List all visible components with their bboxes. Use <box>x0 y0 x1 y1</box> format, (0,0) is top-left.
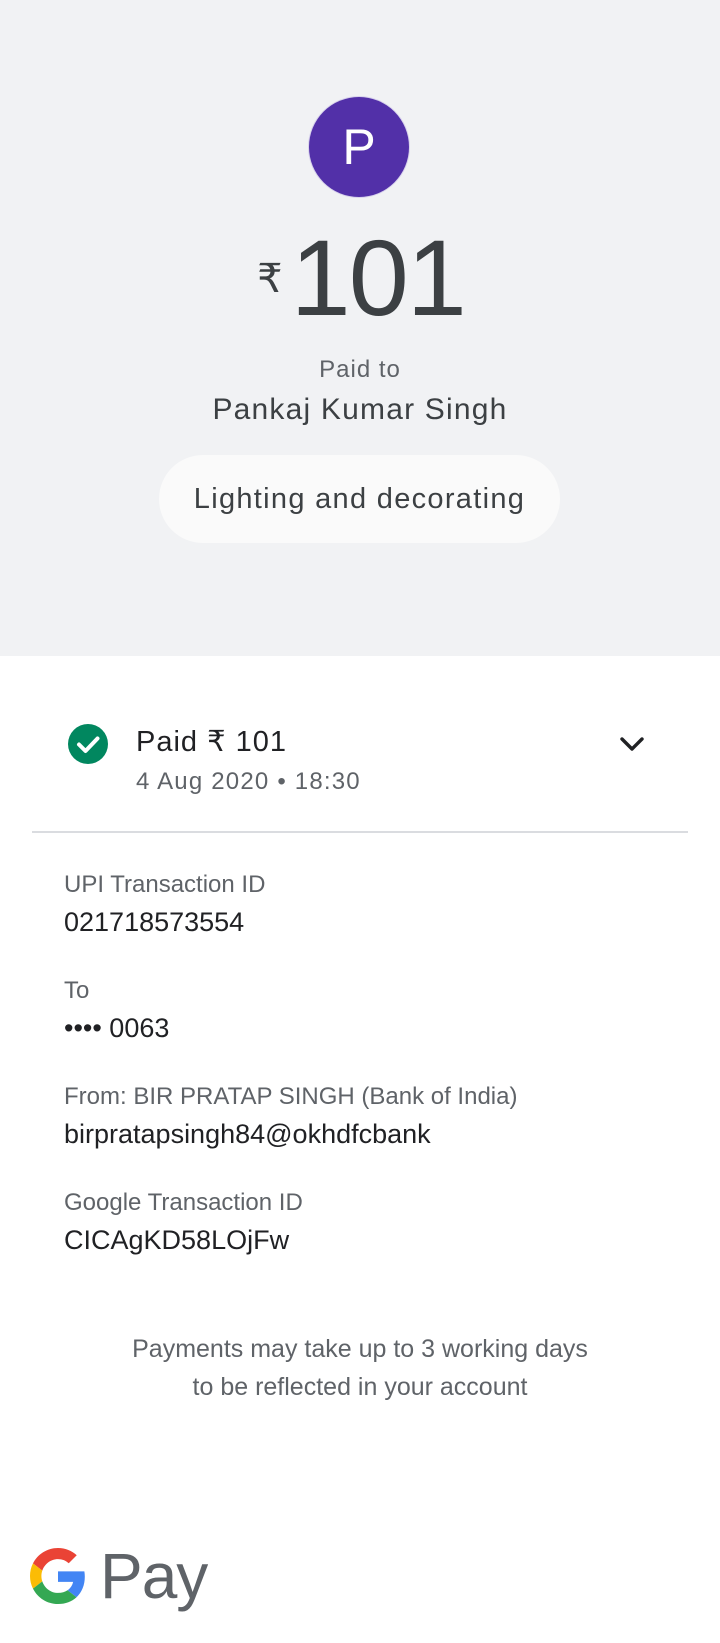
currency-symbol: ₹ <box>257 257 283 301</box>
check-circle-icon <box>68 724 108 764</box>
status-title: Paid ₹ 101 <box>136 726 287 758</box>
google-transaction-id-label: Google Transaction ID <box>64 1189 303 1216</box>
avatar-initial: P <box>342 119 376 175</box>
payment-note-chip: Lighting and decorating <box>159 455 560 543</box>
payee-avatar: P <box>309 97 409 197</box>
chevron-down-icon[interactable] <box>618 734 646 754</box>
google-transaction-id-value: CICAgKD58LOjFw <box>64 1225 290 1255</box>
upi-transaction-id-value: 021718573554 <box>64 907 245 937</box>
payment-note: Lighting and decorating <box>193 482 526 515</box>
gpay-logo: Pay <box>30 1540 208 1612</box>
amount-display: ₹101 <box>0 220 720 336</box>
footnote-line-1: Payments may take up to 3 working days <box>132 1335 588 1363</box>
processing-footnote: Payments may take up to 3 working days t… <box>0 1330 720 1406</box>
pay-wordmark: Pay <box>100 1540 208 1612</box>
from-upi-value: birpratapsingh84@okhdfcbank <box>64 1119 431 1149</box>
upi-transaction-id-label: UPI Transaction ID <box>64 871 266 898</box>
paid-to-label: Paid to <box>319 356 401 383</box>
to-account-value: •••• 0063 <box>64 1013 170 1043</box>
google-g-icon <box>30 1548 85 1604</box>
to-label: To <box>64 977 90 1004</box>
payment-summary-header: P ₹101 Paid to Pankaj Kumar Singh Lighti… <box>0 0 720 656</box>
from-label: From: BIR PRATAP SINGH (Bank of India) <box>64 1083 518 1110</box>
payee-name: Pankaj Kumar Singh <box>212 393 508 426</box>
status-datetime: 4 Aug 2020 • 18:30 <box>136 768 361 795</box>
payment-amount: 101 <box>290 217 467 338</box>
divider <box>32 831 688 833</box>
payment-status-row[interactable]: Paid ₹ 101 4 Aug 2020 • 18:30 <box>0 712 720 812</box>
footnote-line-2: to be reflected in your account <box>192 1373 528 1401</box>
